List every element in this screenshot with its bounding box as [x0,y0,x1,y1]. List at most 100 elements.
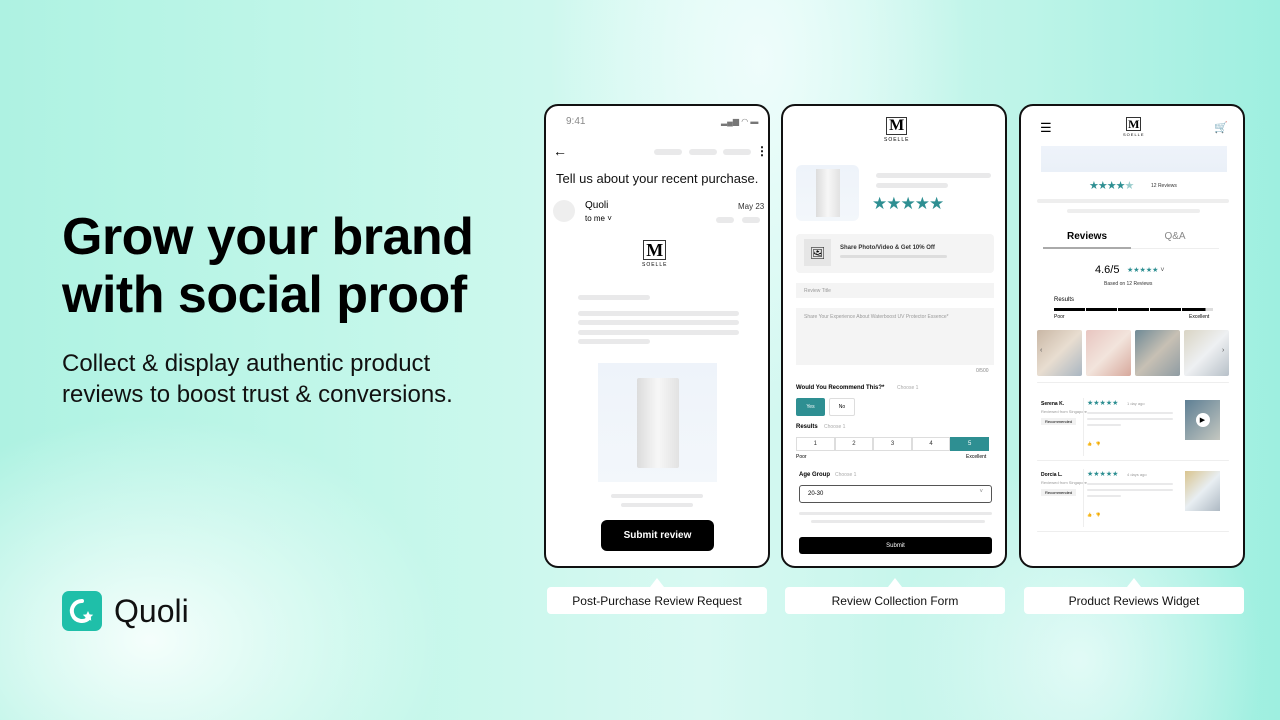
email-date: May 23 [738,202,765,211]
scale-option[interactable]: 4 [911,437,951,451]
submit-review-button[interactable]: Submit review [601,520,714,551]
scale-low: Poor [796,454,807,460]
yes-button[interactable]: Yes [796,398,825,416]
based-on: Based on 12 Reviews [1104,281,1153,287]
results-high: Excellent [1189,314,1210,320]
review-body-textarea[interactable]: Share Your Experience About Waterboost U… [796,308,994,365]
toolbar-placeholder [654,149,682,155]
placeholder [742,217,760,223]
scale-high: Excellent [966,454,987,460]
placeholder [811,520,985,523]
placeholder [1087,483,1173,485]
tab-reviews[interactable]: Reviews [1043,229,1131,249]
scale-option[interactable]: 1 [796,437,835,451]
product-image [1041,146,1227,172]
placeholder [1087,424,1121,426]
results-scale: 1 2 3 4 5 [796,437,989,451]
results-bar [1054,308,1213,311]
age-value: 20-30 [808,491,824,497]
brand-name: Quoli [114,592,189,629]
photo-upload-icon: 🖼 [804,239,831,266]
divider [1037,531,1229,532]
ugc-photo[interactable] [1037,330,1082,376]
chevron-down-icon: ˅ [979,489,983,495]
review-stars: ★★★★★ [1087,471,1119,478]
placeholder [621,503,693,507]
placeholder [578,330,739,335]
headline-line-2: with social proof [62,266,467,324]
placeholder [876,173,991,178]
widget-phone: ☰ M SOELLE 🛒 ★★★★★ 12 Reviews Reviews Q&… [1019,104,1245,568]
helpful-votes[interactable]: 👍 · 👎 [1087,441,1101,446]
product-image [598,363,717,482]
ugc-photo[interactable] [1086,330,1131,376]
recipient[interactable]: to me ˅ [585,214,612,223]
hamburger-menu-icon[interactable]: ☰ [1040,120,1052,136]
status-time: 9:41 [566,116,586,127]
reviewer-name: Serena K. [1041,401,1065,407]
reviewer-name: Dorcia L. [1041,472,1063,478]
scale-option-selected[interactable]: 5 [950,437,989,451]
carousel-prev-icon[interactable]: ‹ [1040,347,1042,354]
back-arrow-icon[interactable]: ← [553,143,567,159]
review-item: Dorcia L. Reviewed from Singapore Recomm… [1033,469,1233,529]
age-label: Age Group [799,472,830,478]
tab-qa[interactable]: Q&A [1131,229,1219,249]
product-thumbnail [796,165,859,221]
placeholder [799,512,992,515]
reviewer-location: Reviewed from Singapore [1041,480,1088,485]
carousel-next-icon[interactable]: › [1222,347,1224,354]
caption-widget: Product Reviews Widget [1024,578,1244,614]
toolbar-placeholder [689,149,717,155]
divider [1037,460,1229,461]
recommended-badge: Recommended [1041,418,1077,425]
scale-option[interactable]: 2 [834,437,874,451]
results-label: Results [796,424,818,430]
placeholder [578,320,739,325]
hero: Grow your brand with social proof Collec… [62,208,522,410]
toolbar-placeholder [723,149,751,155]
placeholder [1037,199,1229,203]
results-label: Results [1054,297,1075,303]
form-phone: M SOELLE ★★★★★ 🖼 Share Photo/Video & Get… [781,104,1007,568]
store-logo-text: SOELLE [1123,132,1145,137]
age-hint: Choose 1 [835,472,857,478]
ugc-photo[interactable] [1135,330,1180,376]
review-count[interactable]: 12 Reviews [1151,183,1177,189]
helpful-votes[interactable]: 👍 · 👎 [1087,512,1101,517]
submit-button[interactable]: Submit [799,537,992,554]
cart-icon[interactable]: 🛒 [1214,121,1228,134]
placeholder [840,255,947,258]
recipient-label: to me [585,214,606,223]
store-logo: M SOELLE [642,240,668,268]
recommend-hint: Choose 1 [897,385,919,391]
placeholder [578,339,650,344]
placeholder [578,295,650,300]
review-title-input[interactable]: Review Title [796,283,994,298]
email-phone: 9:41 ▂▄▆ ◠ ▬ ← ⋮ Tell us about your rece… [544,104,770,568]
status-icons: ▂▄▆ ◠ ▬ [721,117,759,126]
subtitle-line-1: Collect & display authentic product [62,350,431,377]
recommend-label: Would You Recommend This?* [796,385,885,391]
scale-option[interactable]: 3 [873,437,912,451]
review-photo[interactable] [1185,471,1220,511]
review-video[interactable]: ▶ [1185,400,1220,440]
results-hint: Choose 1 [824,424,846,430]
placeholder [1087,418,1173,420]
caption-email: Post-Purchase Review Request [547,578,767,614]
photo-carousel[interactable] [1037,330,1229,376]
store-logo-text: SOELLE [642,262,668,268]
store-logo: M SOELLE [1123,117,1145,137]
placeholder [716,217,734,223]
review-item: Serena K. Reviewed from Singapore Recomm… [1033,398,1233,458]
no-button[interactable]: No [829,398,855,416]
sender-avatar [553,200,575,222]
placeholder [1087,412,1173,414]
play-icon[interactable]: ▶ [1195,413,1210,427]
average-stars: ★★★★★ [1089,180,1134,192]
rating-stars[interactable]: ★★★★★ [872,194,944,214]
more-menu-icon[interactable]: ⋮ [756,144,768,158]
results-low: Poor [1054,314,1065,320]
share-media-box[interactable]: 🖼 Share Photo/Video & Get 10% Off [796,234,994,273]
age-select[interactable]: 20-30 ˅ [799,485,992,503]
